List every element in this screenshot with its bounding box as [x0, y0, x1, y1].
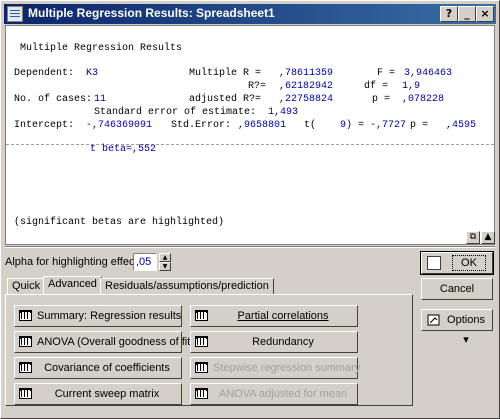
- multiple-r-label: Multiple R =: [189, 68, 262, 79]
- std-error-value: ,9658801: [238, 120, 287, 131]
- alpha-input[interactable]: ,05: [133, 253, 157, 271]
- p-value: ,078228: [402, 94, 445, 105]
- r2-value: ,62182942: [279, 81, 334, 92]
- output-divider: [6, 144, 494, 145]
- t-label: t(: [304, 120, 317, 131]
- dependent-value: K3: [86, 68, 99, 79]
- p-label: p =: [372, 94, 391, 105]
- adjusted-r2-label: adjusted R?=: [189, 94, 262, 105]
- ok-button[interactable]: OK: [420, 251, 494, 275]
- close-button[interactable]: ×: [476, 6, 494, 22]
- df-label: df =: [364, 81, 389, 92]
- std-error-estimate-value: 1,493: [268, 107, 299, 118]
- dependent-label: Dependent:: [14, 68, 75, 79]
- alpha-down-icon[interactable]: ▼: [159, 262, 171, 271]
- df-value: 1,9: [402, 81, 421, 92]
- intercept-label: Intercept:: [14, 120, 75, 131]
- sweep-matrix-button[interactable]: Current sweep matrix: [14, 383, 182, 405]
- cases-label: No. of cases:: [14, 94, 93, 105]
- redundancy-button[interactable]: Redundancy: [190, 331, 358, 353]
- r2-label: R?=: [248, 81, 267, 92]
- f-label: F =: [377, 68, 396, 79]
- results-heading: Multiple Regression Results: [20, 43, 183, 54]
- footnote-text: (significant betas are highlighted): [14, 217, 225, 228]
- alpha-up-icon[interactable]: ▲: [159, 253, 171, 262]
- results-window: Multiple Regression Results: Spreadsheet…: [0, 0, 500, 419]
- anova-adjusted-button[interactable]: ANOVA adjusted for mean: [190, 383, 358, 405]
- table-icon: [195, 388, 208, 399]
- table-icon: [19, 310, 32, 321]
- p2-value: ,4595: [446, 120, 477, 131]
- help-button[interactable]: ?: [440, 6, 458, 22]
- multiple-r-value: ,78611359: [279, 68, 334, 79]
- std-error-label: Std.Error:: [171, 120, 232, 131]
- copy-icon[interactable]: ⧉: [466, 231, 480, 244]
- t-beta-value: t beta=,552: [90, 144, 157, 155]
- options-button[interactable]: Options ▾: [421, 309, 493, 346]
- tab-quick[interactable]: Quick: [7, 278, 46, 294]
- window-title: Multiple Regression Results: Spreadsheet…: [28, 6, 275, 20]
- minimize-button[interactable]: _: [458, 6, 476, 22]
- title-bar: Multiple Regression Results: Spreadsheet…: [4, 4, 496, 24]
- separator: [5, 246, 495, 248]
- std-error-estimate-label: Standard error of estimate:: [94, 107, 257, 118]
- table-icon: [195, 336, 208, 347]
- stepwise-summary-button[interactable]: Stepwise regression summary: [190, 357, 360, 379]
- tab-advanced[interactable]: Advanced: [43, 276, 102, 294]
- tab-residuals[interactable]: Residuals/assumptions/prediction: [100, 278, 274, 294]
- table-icon: [19, 388, 32, 399]
- table-icon: [19, 336, 32, 347]
- scroll-up-icon[interactable]: ▲: [481, 231, 495, 244]
- f-value: 3,946463: [404, 68, 453, 79]
- table-icon: [195, 310, 208, 321]
- options-icon: [427, 313, 441, 327]
- p2-label: p =: [410, 120, 429, 131]
- results-output-pane[interactable]: Multiple Regression Results Dependent: K…: [5, 25, 495, 245]
- t-df-value: 9): [340, 120, 353, 131]
- t-value: -,7727: [370, 120, 407, 131]
- summary-button[interactable]: Summary: Regression results: [14, 305, 182, 327]
- adjusted-r2-value: ,22758824: [279, 94, 334, 105]
- partial-correlations-button[interactable]: Partial correlations: [190, 305, 358, 327]
- cases-value: 11: [94, 94, 107, 105]
- cancel-button[interactable]: Cancel: [421, 278, 493, 300]
- t-equals: =: [358, 120, 365, 131]
- anova-button[interactable]: ANOVA (Overall goodness of fit): [14, 331, 194, 353]
- summary-icon: [427, 256, 441, 270]
- table-icon: [19, 362, 32, 373]
- alpha-label: Alpha for highlighting effects:: [5, 256, 147, 268]
- spreadsheet-icon: [7, 6, 23, 22]
- table-icon: [195, 362, 208, 373]
- intercept-value: -,746369091: [86, 120, 153, 131]
- covariance-button[interactable]: Covariance of coefficients: [14, 357, 182, 379]
- advanced-tab-panel: Summary: Regression results Partial corr…: [5, 294, 413, 406]
